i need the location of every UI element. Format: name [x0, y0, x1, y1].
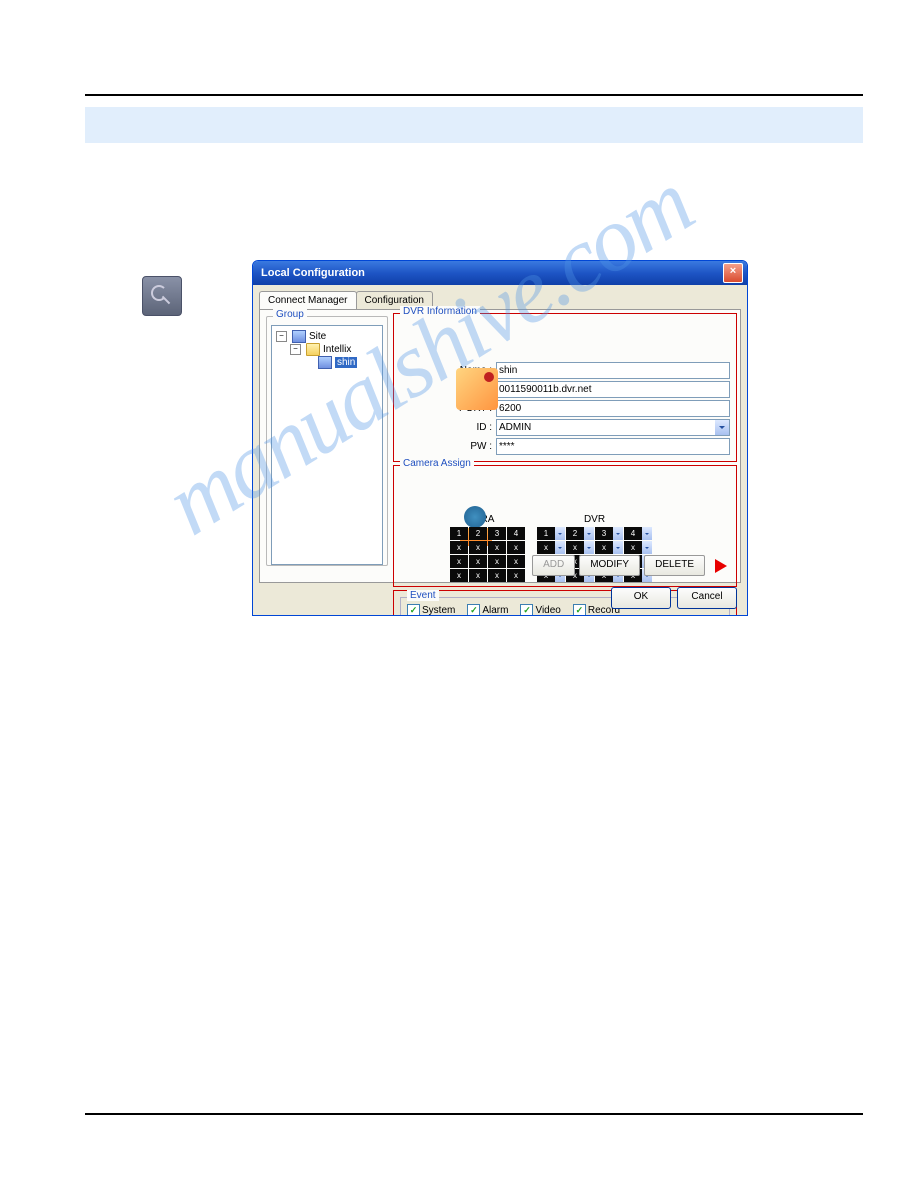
event-check[interactable]: ✓Alarm [467, 604, 508, 616]
tree[interactable]: −Site −Intellix shin [271, 325, 383, 565]
ra-cell[interactable]: x [507, 541, 525, 554]
wrench-icon [151, 285, 173, 307]
tree-child[interactable]: −Intellix [276, 343, 378, 356]
dialog-body: Connect Manager Configuration Group −Sit… [253, 285, 747, 615]
ra-cell[interactable]: x [450, 555, 468, 568]
group-box: Group −Site −Intellix shin [266, 316, 388, 566]
ra-cell[interactable]: x [488, 541, 506, 554]
dvr-cell[interactable]: x [595, 541, 623, 554]
ra-cell[interactable]: x [507, 569, 525, 582]
event-check[interactable]: ✓Video [520, 604, 560, 616]
ra-cell[interactable]: x [469, 555, 487, 568]
site-icon [292, 330, 306, 343]
tabs: Connect Manager Configuration [259, 291, 741, 309]
add-button[interactable]: ADD [532, 555, 575, 576]
ra-cell[interactable]: x [450, 541, 468, 554]
chevron-down-icon[interactable] [613, 541, 623, 554]
dvr-cell[interactable]: 4 [624, 527, 652, 540]
chevron-down-icon[interactable] [584, 541, 594, 554]
ra-cell[interactable]: x [488, 569, 506, 582]
chevron-down-icon[interactable] [555, 527, 565, 540]
dvr-cell[interactable]: x [624, 541, 652, 554]
ip-input[interactable]: 0011590011b.dvr.net [496, 381, 730, 398]
local-config-dialog: Local Configuration × Connect Manager Co… [252, 260, 748, 616]
dvr-icon [318, 356, 332, 369]
tree-root[interactable]: −Site [276, 330, 378, 343]
ra-cell[interactable]: 2 [469, 527, 487, 540]
dialog-title: Local Configuration [257, 267, 723, 279]
notepad-icon [456, 368, 498, 410]
expander-icon[interactable]: − [276, 331, 287, 342]
dvr-cell[interactable]: x [566, 541, 594, 554]
ra-cell[interactable]: x [469, 569, 487, 582]
group-label: Group [273, 309, 307, 320]
folder-icon [306, 343, 320, 356]
page: Local Configuration × Connect Manager Co… [0, 0, 918, 1188]
dvr-cell[interactable]: 3 [595, 527, 623, 540]
dvr-info-title: DVR Information [400, 306, 480, 317]
chevron-down-icon[interactable] [584, 527, 594, 540]
ok-button[interactable]: OK [611, 587, 671, 609]
chevron-down-icon[interactable] [555, 541, 565, 554]
chevron-down-icon[interactable] [613, 527, 623, 540]
cancel-button[interactable]: Cancel [677, 587, 737, 609]
ra-cell[interactable]: 1 [450, 527, 468, 540]
event-check[interactable]: ✓System [407, 604, 455, 616]
pw-input[interactable]: **** [496, 438, 730, 455]
blue-bar [85, 107, 863, 143]
delete-button[interactable]: DELETE [644, 555, 705, 576]
chevron-down-icon[interactable] [715, 420, 729, 435]
camera-title: Camera Assign [400, 458, 474, 469]
dvr-info-section: DVR Information Name :shin IP :001159001… [393, 313, 737, 462]
action-row: ADD MODIFY DELETE [532, 555, 734, 576]
expander-icon[interactable]: − [290, 344, 301, 355]
close-icon[interactable]: × [723, 263, 743, 283]
ra-grid: 1234xxxxxxxxxxxx [450, 527, 525, 582]
tree-leaf[interactable]: shin [276, 356, 378, 369]
right-panel: DVR Information Name :shin IP :001159001… [393, 313, 737, 552]
chevron-down-icon[interactable] [642, 541, 652, 554]
tab-connect-manager[interactable]: Connect Manager [259, 291, 357, 309]
dialog-titlebar[interactable]: Local Configuration × [253, 261, 747, 285]
ra-cell[interactable]: 3 [488, 527, 506, 540]
config-wrench-button[interactable] [142, 276, 182, 316]
ra-cell[interactable]: x [450, 569, 468, 582]
tab-content: Group −Site −Intellix shin DVR Informati… [259, 309, 741, 583]
ra-cell[interactable]: x [488, 555, 506, 568]
port-input[interactable]: 6200 [496, 400, 730, 417]
ra-cell[interactable]: x [469, 541, 487, 554]
chevron-down-icon[interactable] [642, 527, 652, 540]
dvr-cell[interactable]: 1 [537, 527, 565, 540]
ra-cell[interactable]: 4 [507, 527, 525, 540]
dialog-buttons: OK Cancel [611, 587, 737, 609]
red-arrow-icon [715, 559, 734, 573]
dvr-cell[interactable]: 2 [566, 527, 594, 540]
top-rule [85, 94, 863, 96]
bottom-rule [85, 1113, 863, 1115]
modify-button[interactable]: MODIFY [579, 555, 640, 576]
ra-cell[interactable]: x [507, 555, 525, 568]
dvr-cell[interactable]: x [537, 541, 565, 554]
name-input[interactable]: shin [496, 362, 730, 379]
id-select[interactable]: ADMIN [496, 419, 730, 436]
